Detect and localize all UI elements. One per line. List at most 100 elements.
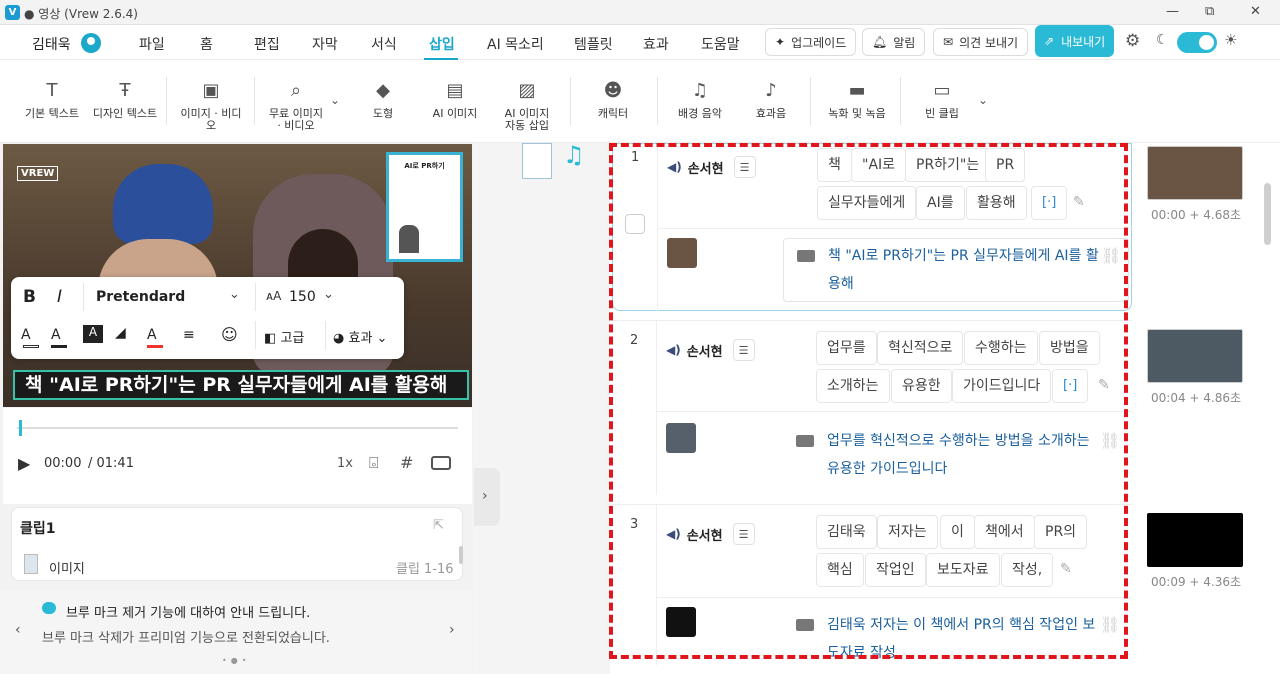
format-toolbar: B I Pretendard ⌄ ᴀA 150 ⌄ A A A ◢ A ≡ ☺ … bbox=[11, 277, 404, 359]
blue-hat bbox=[113, 164, 213, 244]
clip-thumbnail-2[interactable] bbox=[1147, 329, 1243, 383]
image-icon: ▣ bbox=[202, 80, 220, 101]
ai-image-auto-tool[interactable]: ▨ AI 이미지 자동 삽입 bbox=[500, 61, 554, 143]
text-color-icon[interactable]: A bbox=[21, 327, 31, 343]
playhead[interactable] bbox=[19, 420, 22, 436]
active-tab-indicator bbox=[424, 58, 458, 60]
play-icon[interactable]: ▶ bbox=[18, 454, 30, 473]
chevron-down-icon[interactable]: ⌄ bbox=[229, 287, 240, 302]
user-name[interactable]: 김태욱 bbox=[32, 34, 71, 54]
scrollbar[interactable] bbox=[1264, 183, 1271, 245]
music-icon: ♫ bbox=[691, 80, 709, 101]
seek-track[interactable] bbox=[17, 427, 458, 429]
font-size-icon: ᴀA bbox=[266, 289, 282, 303]
export-icon: ⇗ bbox=[1044, 34, 1055, 48]
chevron-right-icon: › bbox=[482, 488, 488, 504]
scrollbar[interactable] bbox=[459, 546, 463, 564]
basic-text-tool[interactable]: T 기본 텍스트 bbox=[24, 61, 80, 143]
alerts-button[interactable]: 🔔︎ 알림 bbox=[862, 28, 926, 56]
emoji-icon[interactable]: ☺ bbox=[221, 325, 238, 344]
notice-title[interactable]: 브루 마크 제거 기능에 대하여 안내 드립니다. bbox=[66, 602, 310, 621]
highlight-box bbox=[609, 143, 1128, 659]
image-thumb[interactable] bbox=[522, 143, 552, 179]
title-bar: V ● 영상 (Vrew 2.6.4) — ⧉ ✕ bbox=[0, 0, 1280, 25]
bold-icon[interactable]: B bbox=[23, 287, 36, 307]
bell-icon: 🔔︎ bbox=[872, 35, 888, 49]
clip-time: 00:00 + 4.68초 bbox=[1151, 208, 1242, 222]
upgrade-button[interactable]: ✦ 업그레이드 bbox=[765, 28, 857, 56]
menu-insert[interactable]: 삽입 bbox=[429, 34, 455, 54]
effects-button[interactable]: ◕ 효과 ⌄ bbox=[333, 327, 387, 346]
menu-help[interactable]: 도움말 bbox=[701, 34, 740, 54]
italic-icon[interactable]: I bbox=[57, 287, 62, 307]
feedback-button[interactable]: ✉ 의견 보내기 bbox=[933, 28, 1029, 56]
record-tool[interactable]: ▬ 녹화 및 녹음 bbox=[826, 61, 888, 143]
clip-time: 00:04 + 4.86초 bbox=[1151, 391, 1242, 405]
sound-effect-tool[interactable]: ♪ 효과음 bbox=[749, 61, 793, 143]
shapes-icon: ◆ bbox=[376, 80, 390, 101]
empty-clip-tool[interactable]: ▭ 빈 클립 bbox=[920, 61, 964, 143]
menu-format[interactable]: 서식 bbox=[371, 34, 397, 54]
divider bbox=[810, 77, 811, 125]
prev-notice-icon[interactable]: ‹ bbox=[15, 622, 21, 638]
theme-toggle[interactable] bbox=[1177, 32, 1217, 53]
duration: / 01:41 bbox=[88, 456, 134, 471]
menu-template[interactable]: 템플릿 bbox=[574, 34, 613, 54]
sparkle-icon: ✦ bbox=[775, 35, 786, 49]
design-text-tool[interactable]: Ŧ 디자인 텍스트 bbox=[92, 61, 158, 143]
menu-ai-voice[interactable]: AI 목소리 bbox=[487, 34, 544, 54]
font-size-select[interactable]: 150 bbox=[289, 289, 316, 305]
window-title: ● 영상 (Vrew 2.6.4) bbox=[24, 7, 138, 21]
gear-icon[interactable]: ⚙ bbox=[1125, 31, 1140, 51]
chevron-down-icon[interactable]: ⌄ bbox=[330, 93, 340, 107]
chevron-down-icon[interactable]: ⌄ bbox=[323, 287, 334, 302]
sun-icon: ☀ bbox=[1224, 31, 1238, 49]
divider bbox=[570, 77, 571, 125]
vrew-watermark: VREW bbox=[17, 166, 59, 181]
align-icon[interactable]: ≡ bbox=[183, 327, 195, 343]
speed-button[interactable]: 1x bbox=[337, 456, 353, 471]
free-image-video-tool[interactable]: ⌕ 무료 이미지 · 비디오 bbox=[264, 61, 328, 143]
outline-color-icon[interactable]: A bbox=[51, 327, 61, 343]
clip-thumbnail-3[interactable] bbox=[1147, 513, 1243, 567]
shape-tool[interactable]: ◆ 도형 bbox=[362, 61, 404, 143]
divider bbox=[657, 77, 658, 125]
minimize-icon[interactable]: — bbox=[1166, 4, 1179, 19]
chevron-down-icon[interactable]: ⌄ bbox=[978, 93, 988, 107]
music-note-icon[interactable]: ♫ bbox=[563, 141, 585, 169]
underline-color-icon[interactable]: A bbox=[147, 327, 157, 343]
insert-toolbar: T 기본 텍스트 Ŧ 디자인 텍스트 ▣ 이미지 · 비디오 ⌕ 무료 이미지 · 비디… bbox=[0, 61, 1280, 143]
font-select[interactable]: Pretendard bbox=[96, 289, 185, 305]
collapse-panel-button[interactable]: › bbox=[474, 468, 500, 526]
grid-icon[interactable]: # bbox=[400, 453, 413, 472]
character-tool[interactable]: ☻ 캐릭터 bbox=[592, 61, 634, 143]
open-external-icon[interactable]: ⇱ bbox=[433, 518, 444, 533]
menu-home[interactable]: 홈 bbox=[200, 34, 213, 54]
image-video-tool[interactable]: ▣ 이미지 · 비디오 bbox=[176, 61, 246, 143]
bell-sfx-icon: ♪ bbox=[765, 80, 777, 101]
subtitle-view-icon[interactable] bbox=[431, 456, 451, 470]
video-preview[interactable]: AI로 PR하기 VREW 책 "AI로 PR하기"는 PR 실무자들에게 AI… bbox=[3, 144, 472, 407]
background-color-icon[interactable]: A bbox=[83, 325, 103, 343]
next-notice-icon[interactable]: › bbox=[449, 622, 455, 638]
book-cover-image: AI로 PR하기 bbox=[386, 152, 463, 262]
effects-icon: ◕ bbox=[333, 331, 345, 346]
avatar[interactable] bbox=[81, 33, 101, 53]
current-time: 00:00 bbox=[44, 456, 82, 471]
search-image-icon: ⌕ bbox=[290, 80, 302, 101]
screenshot-icon[interactable]: ⌻ bbox=[369, 453, 379, 473]
advanced-button[interactable]: ◧ 고급 bbox=[264, 327, 304, 346]
highlight-icon[interactable]: ◢ bbox=[115, 325, 126, 341]
ai-image-tool[interactable]: ▤ AI 이미지 bbox=[430, 61, 480, 143]
menu-subtitle[interactable]: 자막 bbox=[312, 34, 338, 54]
menu-effects[interactable]: 효과 bbox=[643, 34, 669, 54]
maximize-icon[interactable]: ⧉ bbox=[1205, 4, 1214, 19]
close-icon[interactable]: ✕ bbox=[1250, 4, 1261, 19]
vrew-logo-icon: V bbox=[5, 5, 20, 20]
clip-thumbnail-1[interactable] bbox=[1147, 146, 1243, 200]
menu-file[interactable]: 파일 bbox=[139, 34, 165, 54]
bgm-tool[interactable]: ♫ 배경 음악 bbox=[675, 61, 725, 143]
subtitle-overlay[interactable]: 책 "AI로 PR하기"는 PR 실무자들에게 AI를 활용해 bbox=[13, 370, 469, 400]
export-button[interactable]: ⇗ 내보내기 bbox=[1035, 25, 1115, 57]
menu-edit[interactable]: 편집 bbox=[254, 34, 280, 54]
